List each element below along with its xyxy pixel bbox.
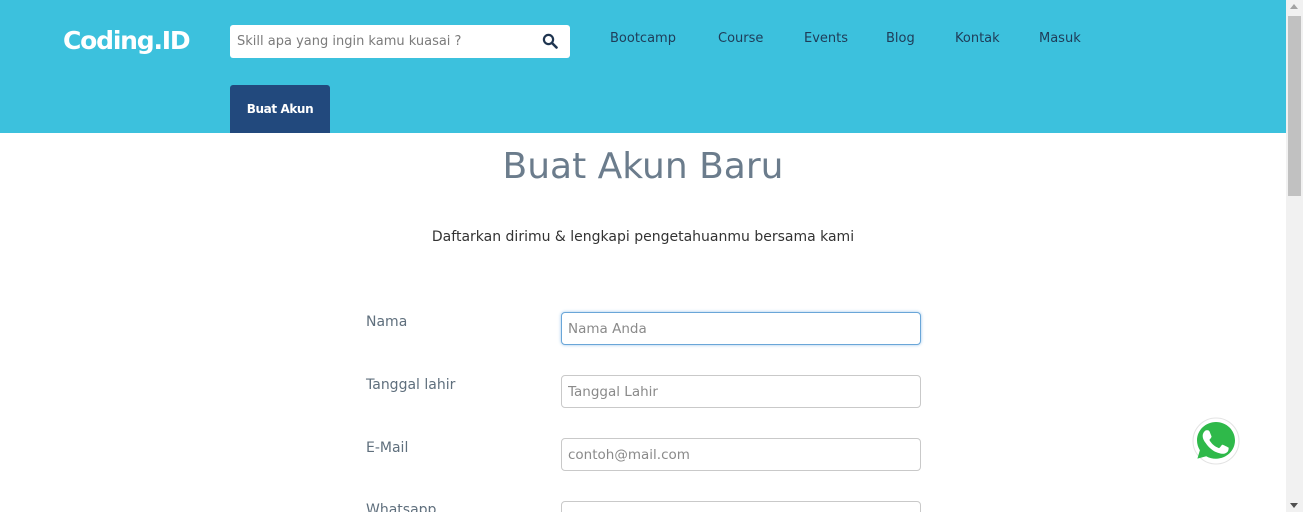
birthdate-label: Tanggal lahir [366,377,456,393]
whatsapp-input[interactable] [561,501,921,512]
nav-masuk[interactable]: Masuk [1039,31,1081,46]
name-label: Nama [366,314,408,330]
nav-kontak[interactable]: Kontak [955,31,1000,46]
whatsapp-label: Whatsapp [366,502,437,512]
scroll-up-arrow-icon[interactable] [1290,4,1298,9]
search-icon[interactable] [542,33,558,49]
birthdate-input[interactable] [561,375,921,408]
email-label: E-Mail [366,440,409,456]
site-header: Coding.ID Bootcamp Course Events Blog Ko… [0,0,1286,133]
page-subtitle: Daftarkan dirimu & lengkapi pengetahuanm… [431,229,855,245]
whatsapp-icon[interactable] [1191,416,1241,466]
scroll-thumb[interactable] [1288,16,1301,196]
nav-events[interactable]: Events [804,31,848,46]
signup-button[interactable]: Buat Akun [230,85,330,133]
email-input[interactable] [561,438,921,471]
page-title: Buat Akun Baru [502,146,784,187]
nav-course[interactable]: Course [718,31,763,46]
search-box [230,25,570,58]
search-input[interactable] [230,25,530,58]
page: Coding.ID Bootcamp Course Events Blog Ko… [0,0,1303,512]
nav-blog[interactable]: Blog [886,31,915,46]
nav-bootcamp[interactable]: Bootcamp [610,31,676,46]
vertical-scrollbar[interactable] [1286,0,1303,512]
scroll-down-arrow-icon[interactable] [1290,503,1298,508]
logo[interactable]: Coding.ID [63,26,191,55]
name-input[interactable] [561,312,921,345]
